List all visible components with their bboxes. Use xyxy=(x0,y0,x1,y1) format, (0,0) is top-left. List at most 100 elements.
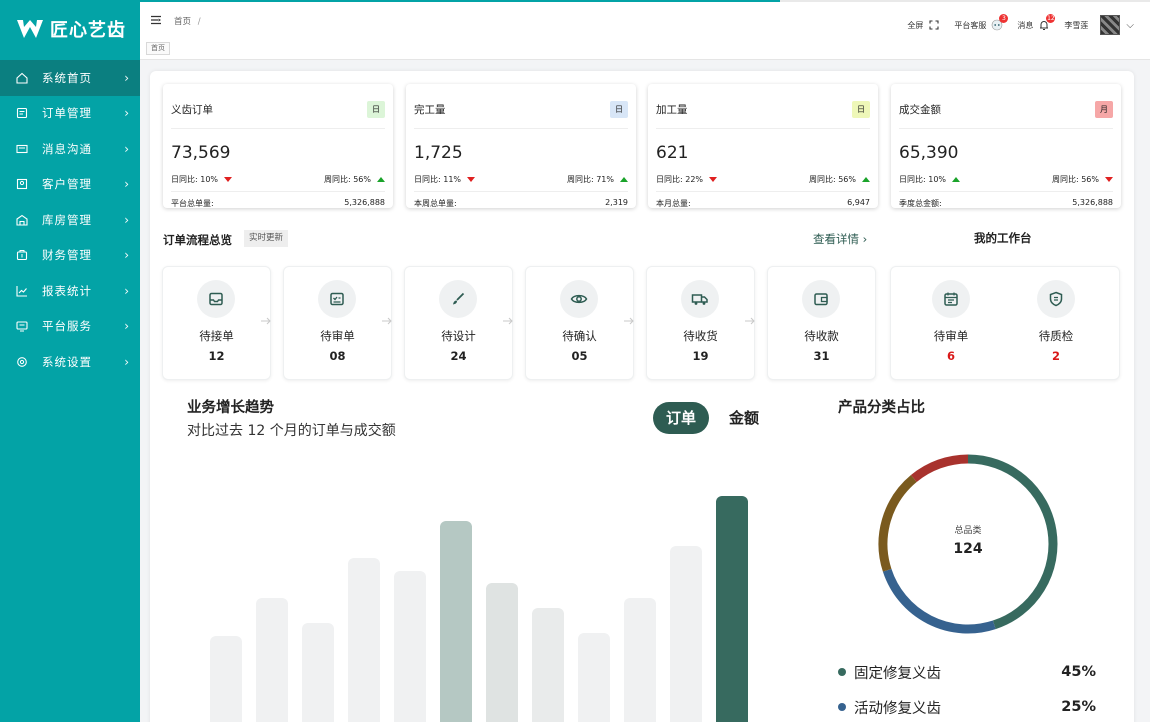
trend-down-icon xyxy=(224,177,233,182)
chart-bar[interactable] xyxy=(532,608,564,722)
flow-step-count: 19 xyxy=(692,349,709,363)
flow-step-label: 待收款 xyxy=(804,329,839,343)
stat-title: 完工量 xyxy=(414,104,446,116)
workbench-item-review[interactable]: 待审单 6 xyxy=(901,267,1001,381)
chevron-right-icon: › xyxy=(124,354,130,369)
chart-bar[interactable] xyxy=(578,633,610,722)
user-menu[interactable]: 李雪莲 ⌵ xyxy=(1064,15,1134,35)
flow-step-count: 24 xyxy=(450,349,467,363)
tab-home[interactable]: 首页 xyxy=(146,42,170,55)
flow-step-label: 待设计 xyxy=(441,329,476,343)
sidebar-item-label: 库房管理 xyxy=(42,212,92,227)
stat-title: 义齿订单 xyxy=(171,104,213,116)
sidebar-item-home[interactable]: 系统首页 › xyxy=(0,60,140,96)
sidebar-item-settings[interactable]: 系统设置 › xyxy=(0,344,140,380)
flow-step-pending-confirm[interactable]: 待确认 05 xyxy=(525,266,634,380)
chevron-right-icon: › xyxy=(124,319,130,334)
arrow-right-icon xyxy=(624,317,634,325)
donut-slice[interactable] xyxy=(910,454,969,483)
shield-icon xyxy=(1037,280,1075,318)
flow-step-pending-accept[interactable]: 待接单 12 xyxy=(162,266,271,380)
sidebar-item-warehouse[interactable]: 库房管理 › xyxy=(0,202,140,238)
workbench-count: 2 xyxy=(1051,349,1060,363)
sidebar-item-messages[interactable]: 消息沟通 › xyxy=(0,131,140,167)
finance-icon xyxy=(16,249,28,261)
chart-bar[interactable] xyxy=(716,496,748,722)
stat-value: 1,725 xyxy=(414,143,463,163)
workbench-item-qc[interactable]: 待质检 2 xyxy=(1006,267,1106,381)
logo[interactable]: 匠心艺齿 xyxy=(0,0,140,58)
stat-card-completed: 完工量 日 1,725 日同比: 11% 周同比: 71% 本周总单量: 2,3… xyxy=(406,84,636,208)
menu-toggle-icon[interactable] xyxy=(150,14,162,26)
chevron-down-icon[interactable]: ⌵ xyxy=(1126,20,1134,31)
sidebar-item-label: 系统首页 xyxy=(42,70,92,85)
tooth-logo-icon xyxy=(17,20,43,38)
service-icon xyxy=(16,320,28,332)
arrow-right-icon xyxy=(503,317,513,325)
flow-step-label: 待审单 xyxy=(320,329,355,343)
view-details-link[interactable]: 查看详情 › xyxy=(813,231,867,247)
support-label: 平台客服 xyxy=(954,20,987,30)
week-compare-value: 71% xyxy=(596,175,614,184)
chevron-right-icon: › xyxy=(124,177,130,192)
flow-step-pending-payment[interactable]: 待收款 31 xyxy=(767,266,876,380)
avatar[interactable] xyxy=(1100,15,1121,35)
message-icon xyxy=(16,143,28,155)
footer-value: 5,326,888 xyxy=(1072,198,1113,207)
breadcrumb: 首页 / xyxy=(174,15,201,27)
workbench-title: 我的工作台 xyxy=(974,231,1032,245)
chart-bar[interactable] xyxy=(348,558,380,722)
divider xyxy=(171,191,385,192)
tab-orders[interactable]: 订单 xyxy=(653,402,709,434)
arrow-right-icon xyxy=(261,317,271,325)
week-compare-label: 周同比: xyxy=(323,175,351,184)
sidebar-item-orders[interactable]: 订单管理 › xyxy=(0,96,140,132)
sidebar-item-finance[interactable]: 财务管理 › xyxy=(0,238,140,274)
bell-icon: 12 xyxy=(1038,14,1056,31)
breadcrumb-separator: / xyxy=(197,17,201,27)
donut-slice[interactable] xyxy=(882,568,996,634)
flow-step-pending-review[interactable]: 待审单 08 xyxy=(283,266,392,380)
sidebar-nav: 系统首页 › 订单管理 › 消息沟通 › 客户管理 › 库房管理 › 财务管理 … xyxy=(0,60,140,380)
messages-button[interactable]: 消息 12 xyxy=(1017,14,1056,31)
period-badge[interactable]: 日 xyxy=(852,101,870,118)
chart-bar[interactable] xyxy=(440,521,472,722)
brush-icon xyxy=(439,280,477,318)
realtime-tag: 实时更新 xyxy=(244,230,289,247)
stat-footer: 平台总单量: 5,326,888 xyxy=(171,198,385,209)
chart-bar[interactable] xyxy=(302,623,334,722)
stat-title: 加工量 xyxy=(656,104,688,116)
chart-bar[interactable] xyxy=(394,571,426,722)
chart-bar[interactable] xyxy=(256,598,288,722)
flow-step-label: 待接单 xyxy=(199,329,234,343)
sidebar-item-label: 系统设置 xyxy=(42,354,92,369)
legend-item: 固定修复义齿 45% xyxy=(838,662,1096,682)
breadcrumb-home[interactable]: 首页 xyxy=(174,17,191,27)
sidebar-item-label: 消息沟通 xyxy=(42,141,92,156)
header-actions: 全屏 平台客服 3 消息 12 李雪莲 ⌵ xyxy=(893,14,1134,35)
stat-card-processing: 加工量 日 621 日同比: 22% 周同比: 56% 本月总量: 6,947 xyxy=(648,84,878,208)
sidebar-item-services[interactable]: 平台服务 › xyxy=(0,309,140,345)
support-button[interactable]: 平台客服 3 xyxy=(954,14,1009,31)
period-badge[interactable]: 月 xyxy=(1095,101,1113,118)
flow-step-pending-receipt[interactable]: 待收货 19 xyxy=(646,266,755,380)
day-compare-value: 10% xyxy=(928,175,947,184)
flow-step-label: 待收货 xyxy=(683,329,718,343)
chart-bar[interactable] xyxy=(210,636,242,722)
sidebar-item-customers[interactable]: 客户管理 › xyxy=(0,167,140,203)
sidebar-item-reports[interactable]: 报表统计 › xyxy=(0,273,140,309)
period-badge[interactable]: 日 xyxy=(367,101,385,118)
wallet-icon xyxy=(802,280,840,318)
tab-amount[interactable]: 金额 xyxy=(722,402,766,434)
chart-bar[interactable] xyxy=(486,583,518,722)
legend-name: 活动修复义齿 xyxy=(854,700,941,717)
legend-item: 活动修复义齿 25% xyxy=(838,697,1096,717)
period-badge[interactable]: 日 xyxy=(610,101,628,118)
fullscreen-button[interactable]: 全屏 xyxy=(907,19,940,31)
support-badge: 3 xyxy=(999,14,1009,23)
stat-card-revenue: 成交金额 月 65,390 日同比: 10% 周同比: 56% 季度总金额: 5… xyxy=(891,84,1121,208)
chart-bar[interactable] xyxy=(670,546,702,722)
chart-bar[interactable] xyxy=(624,598,656,722)
flow-step-pending-design[interactable]: 待设计 24 xyxy=(404,266,513,380)
truck-icon xyxy=(681,280,719,318)
